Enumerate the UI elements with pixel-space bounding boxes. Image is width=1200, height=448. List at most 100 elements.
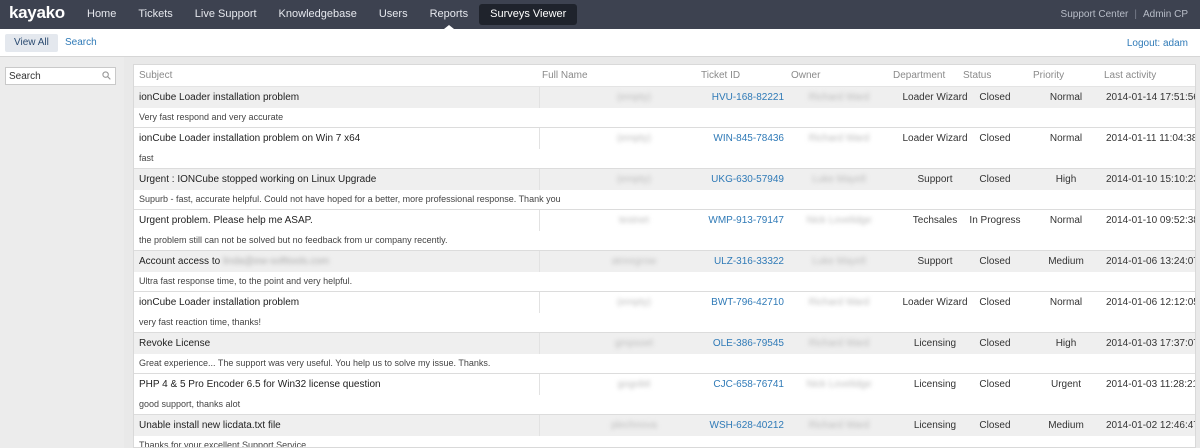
row-comment: Great experience... The support was very… [139,358,491,368]
row-ticket-id[interactable]: UKG-630-57949 [694,174,784,185]
column-divider [539,292,540,313]
row-subject[interactable]: Urgent : IONCube stopped working on Linu… [139,174,376,185]
search-tab[interactable]: Search [56,34,106,52]
row-owner: Richard Ward [808,338,870,349]
row-status: In Progress [969,215,1021,226]
row-subject[interactable]: Account access to linda@ew-softtools.com [139,256,329,267]
row-subject[interactable]: Revoke License [139,338,210,349]
support-center-link[interactable]: Support Center [1061,0,1129,29]
main-nav: Home Tickets Live Support Knowledgebase … [76,4,578,25]
row-status: Closed [979,174,1011,185]
row-comment: good support, thanks alot [139,399,241,409]
row-subject-prefix: Account access to [139,256,223,267]
row-ticket-id[interactable]: BWT-796-42710 [694,297,784,308]
sidebar-search-box [5,67,116,85]
header-department[interactable]: Department [893,70,945,81]
nav-users[interactable]: Users [368,4,419,25]
header-last-activity[interactable]: Last activity [1104,70,1156,81]
row-full-name: (empty) [617,174,651,185]
row-ticket-id[interactable]: WSH-628-40212 [694,420,784,431]
row-ticket-id[interactable]: CJC-658-76741 [694,379,784,390]
row-last-activity: 2014-01-06 12:12:05 [1106,297,1196,308]
kayako-logo[interactable]: kayako [9,3,65,23]
row-last-activity: 2014-01-06 13:24:07 [1106,256,1196,267]
table-row[interactable]: ionCube Loader installation problem (emp… [134,87,1195,128]
row-owner: Luke Mayell [812,174,866,185]
nav-surveys-viewer[interactable]: Surveys Viewer [479,4,578,25]
row-full-name: (empty) [617,297,651,308]
table-header: Subject Full Name Ticket ID Owner Depart… [134,65,1195,87]
row-main: Urgent : IONCube stopped working on Linu… [134,169,1195,190]
row-subject[interactable]: Urgent problem. Please help me ASAP. [139,215,313,226]
table-body: ionCube Loader installation problem (emp… [134,87,1195,447]
sub-navigation-bar: View All Search Logout: adam [0,29,1200,57]
table-row[interactable]: Urgent : IONCube stopped working on Linu… [134,169,1195,210]
row-subject[interactable]: Unable install new licdata.txt file [139,420,281,431]
row-comment: Very fast respond and very accurate [139,112,284,122]
row-full-name: gmpsoet [614,338,654,349]
row-last-activity: 2014-01-03 11:28:21 [1106,379,1196,390]
table-row[interactable]: PHP 4 & 5 Pro Encoder 6.5 for Win32 lice… [134,374,1195,415]
row-last-activity: 2014-01-11 11:04:38 [1106,133,1196,144]
row-last-activity: 2014-01-03 17:37:07 [1106,338,1196,349]
header-full-name[interactable]: Full Name [542,70,588,81]
admin-cp-link[interactable]: Admin CP [1143,0,1188,29]
row-owner: Nick Lovelidge [806,379,872,390]
table-row[interactable]: Urgent problem. Please help me ASAP. tes… [134,210,1195,251]
header-status[interactable]: Status [963,70,991,81]
table-row[interactable]: Account access to linda@ew-softtools.com… [134,251,1195,292]
row-full-name: (empty) [617,133,651,144]
row-subject[interactable]: ionCube Loader installation problem [139,297,299,308]
row-status: Closed [979,338,1011,349]
row-owner: Luke Mayell [812,256,866,267]
row-main: Unable install new licdata.txt file plec… [134,415,1195,436]
table-row[interactable]: Revoke License gmpsoet OLE-386-79545 Ric… [134,333,1195,374]
row-subject[interactable]: PHP 4 & 5 Pro Encoder 6.5 for Win32 lice… [139,379,381,390]
row-main: Revoke License gmpsoet OLE-386-79545 Ric… [134,333,1195,354]
row-last-activity: 2014-01-10 09:52:38 [1106,215,1196,226]
table-row[interactable]: ionCube Loader installation problem (emp… [134,292,1195,333]
row-status: Closed [979,379,1011,390]
header-ticket-id[interactable]: Ticket ID [701,70,740,81]
view-all-tab[interactable]: View All [5,34,58,52]
logout-link[interactable]: Logout: adam [1127,38,1188,49]
row-subject[interactable]: ionCube Loader installation problem [139,92,299,103]
search-input[interactable] [6,68,98,84]
nav-reports[interactable]: Reports [419,4,480,25]
row-priority: Medium [1048,256,1084,267]
row-full-name: atreegrow [611,256,657,267]
header-subject[interactable]: Subject [139,70,172,81]
row-priority: Normal [1049,215,1083,226]
table-row[interactable]: ionCube Loader installation problem on W… [134,128,1195,169]
nav-knowledgebase[interactable]: Knowledgebase [268,4,368,25]
header-owner[interactable]: Owner [791,70,820,81]
row-priority: High [1055,338,1077,349]
header-priority[interactable]: Priority [1033,70,1064,81]
row-status: Closed [979,133,1011,144]
column-divider [539,374,540,395]
row-ticket-id[interactable]: HVU-168-82221 [694,92,784,103]
row-priority: Urgent [1050,379,1081,390]
nav-live-support[interactable]: Live Support [184,4,268,25]
row-status: Closed [979,256,1011,267]
row-main: ionCube Loader installation problem on W… [134,128,1195,149]
row-comment: the problem still can not be solved but … [139,235,448,245]
nav-home[interactable]: Home [76,4,127,25]
row-ticket-id[interactable]: OLE-386-79545 [694,338,784,349]
search-icon[interactable] [102,71,111,80]
column-divider [539,169,540,190]
nav-tickets[interactable]: Tickets [127,4,183,25]
row-ticket-id[interactable]: ULZ-316-33322 [694,256,784,267]
row-owner: Nick Lovelidge [806,215,872,226]
row-priority: Normal [1049,297,1083,308]
table-row[interactable]: Unable install new licdata.txt file plec… [134,415,1195,447]
row-full-name: testnet [618,215,650,226]
row-comment: fast [139,153,154,163]
row-main: Urgent problem. Please help me ASAP. tes… [134,210,1195,231]
row-ticket-id[interactable]: WMP-913-79147 [694,215,784,226]
row-ticket-id[interactable]: WIN-845-78436 [694,133,784,144]
row-priority: Medium [1048,420,1084,431]
row-subject-redacted-email: linda@ew-softtools.com [222,256,330,267]
row-last-activity: 2014-01-14 17:51:56 [1106,92,1196,103]
row-subject[interactable]: ionCube Loader installation problem on W… [139,133,360,144]
